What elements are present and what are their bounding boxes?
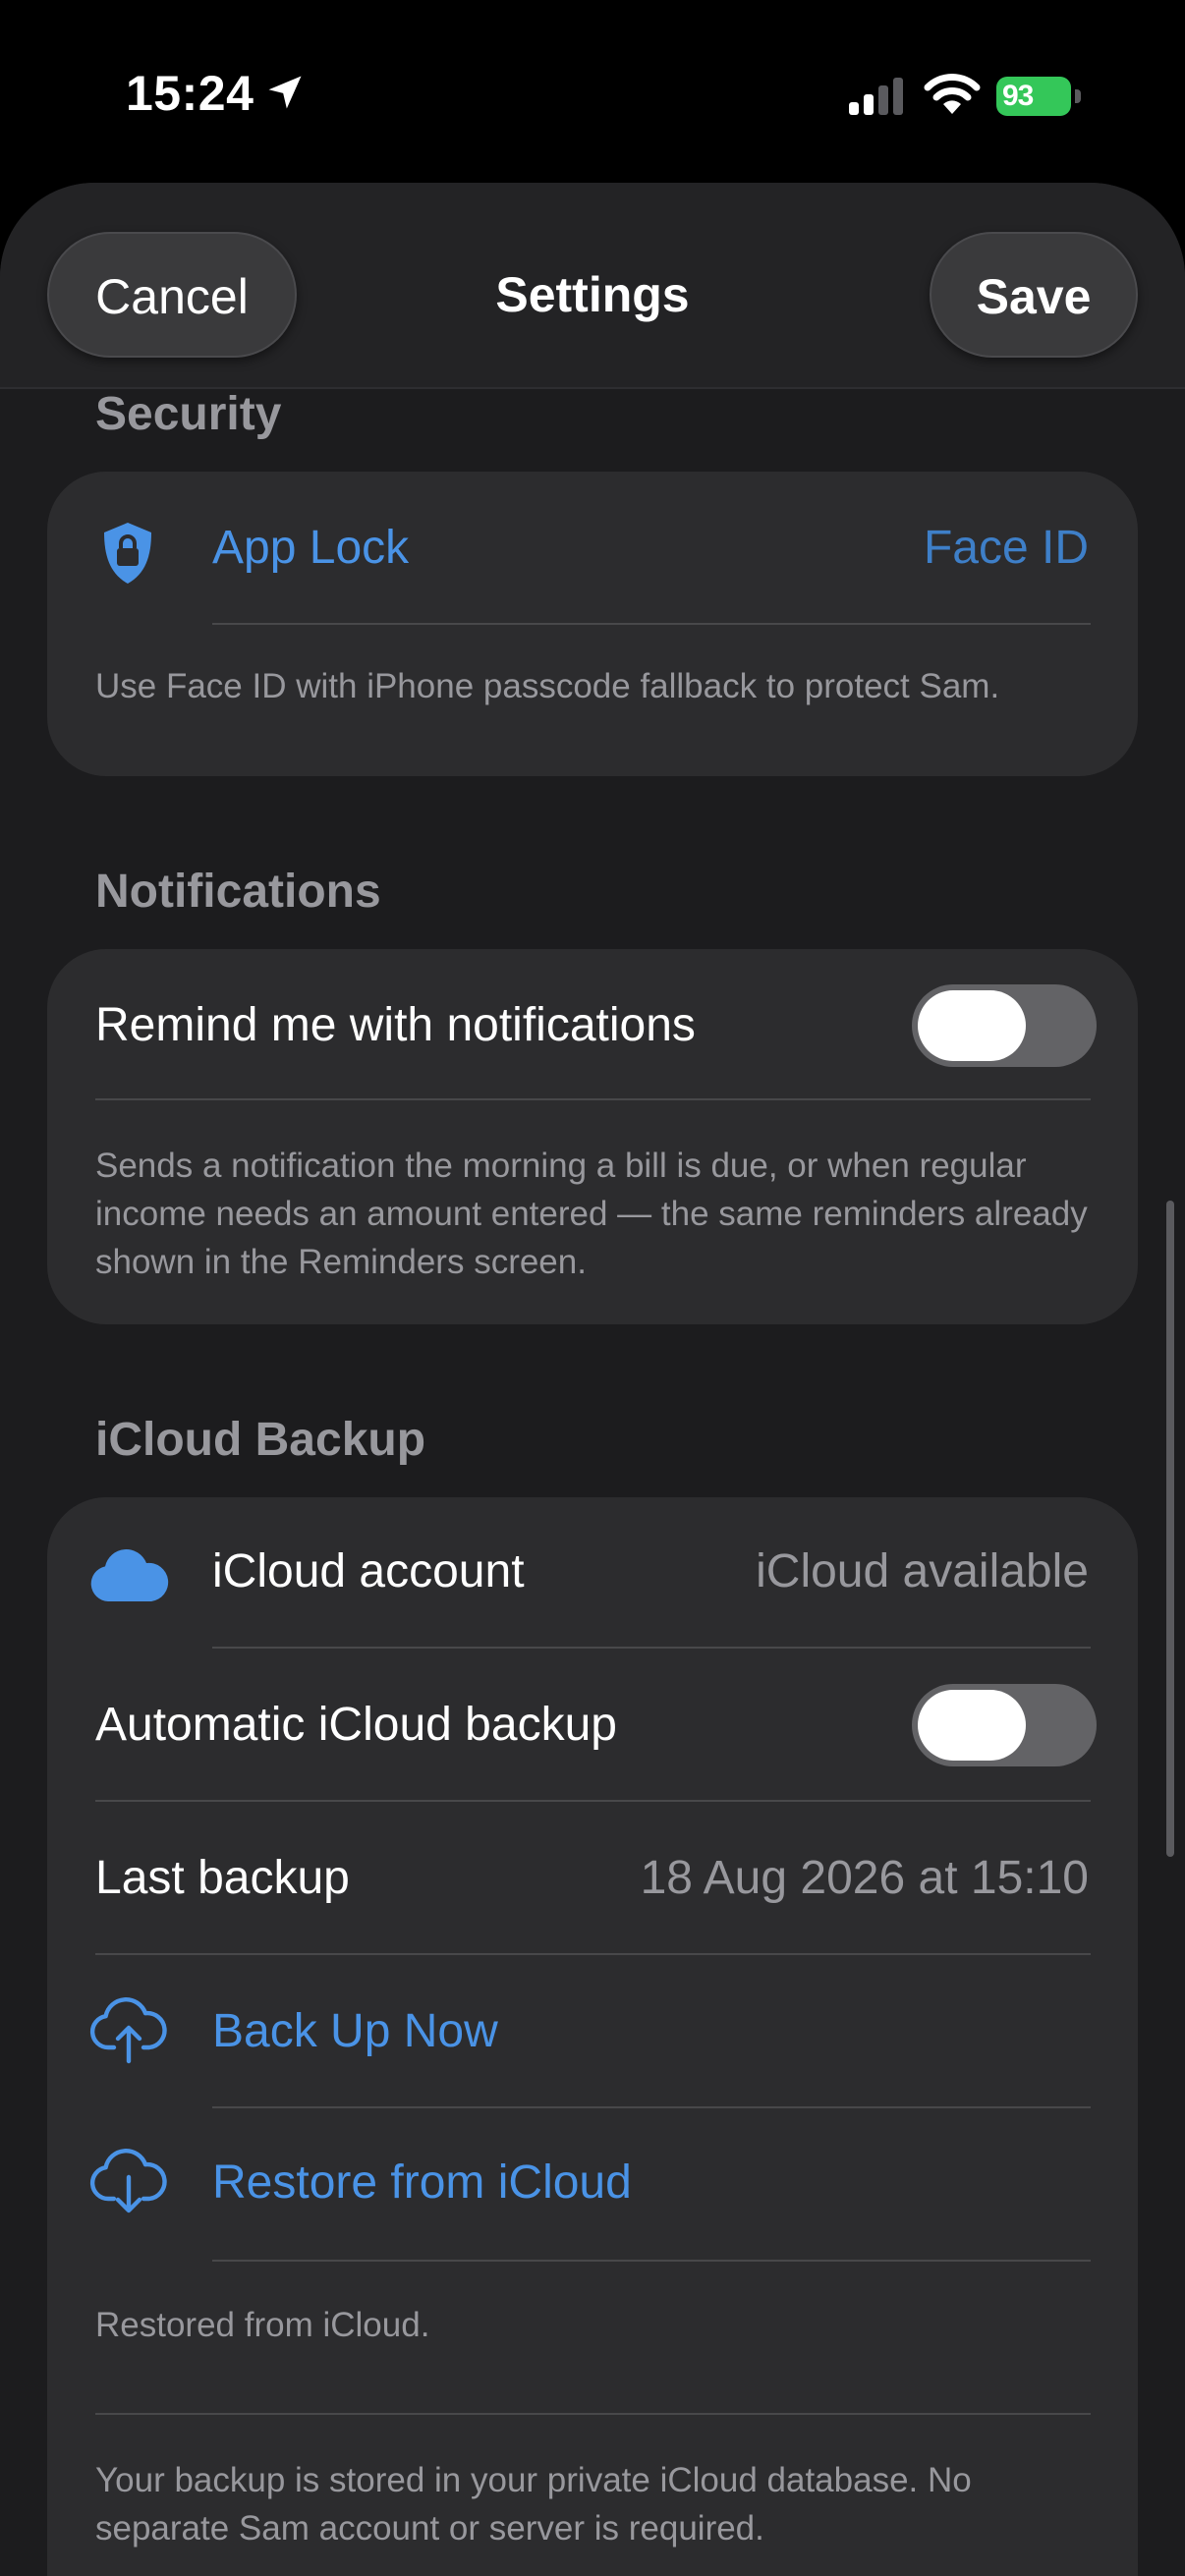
separator — [95, 2413, 1091, 2415]
status-bar: 15:24 93 — [0, 0, 1185, 183]
last-backup-label: Last backup — [95, 1852, 350, 1904]
security-card: App Lock Face ID Use Face ID with iPhone… — [47, 472, 1138, 776]
battery-indicator: 93 — [996, 77, 1081, 116]
security-footnote: Use Face ID with iPhone passcode fallbac… — [95, 667, 1000, 705]
icloud-section-header: iCloud Backup — [95, 1414, 426, 1466]
status-time: 15:24 — [126, 66, 254, 121]
app-lock-row[interactable]: App Lock Face ID — [47, 472, 1138, 625]
icloud-footnote: Your backup is stored in your private iC… — [95, 2461, 972, 2548]
separator — [95, 1098, 1091, 1100]
remind-label: Remind me with notifications — [95, 999, 696, 1051]
scroll-indicator[interactable] — [1166, 1201, 1174, 1857]
cloud-upload-icon — [89, 1997, 167, 2064]
notifications-card: Remind me with notifications Sends a not… — [47, 949, 1138, 1324]
icloud-card: iCloud account iCloud available Automati… — [47, 1497, 1138, 2576]
restore-label: Restore from iCloud — [212, 2156, 632, 2209]
settings-sheet: Settings Cancel Save Security App Lock F… — [0, 183, 1185, 2576]
cloud-download-icon — [89, 2149, 167, 2213]
cloud-icon — [90, 1549, 169, 1601]
location-arrow-icon — [268, 76, 302, 109]
back-up-now-label: Back Up Now — [212, 2005, 498, 2057]
auto-backup-toggle[interactable] — [912, 1684, 1097, 1766]
notifications-footnote: Sends a notification the morning a bill … — [95, 1147, 1088, 1281]
cancel-button[interactable]: Cancel — [47, 232, 297, 358]
lock-shield-icon — [104, 523, 151, 584]
separator — [212, 1647, 1091, 1649]
separator — [212, 2260, 1091, 2262]
battery-cap — [1075, 89, 1081, 103]
auto-backup-label: Automatic iCloud backup — [95, 1699, 617, 1751]
cellular-signal-icon — [849, 78, 903, 115]
wifi-icon — [924, 74, 981, 114]
restored-note: Restored from iCloud. — [95, 2306, 430, 2344]
restore-row[interactable]: Restore from iCloud — [47, 2108, 1138, 2260]
toggle-knob — [918, 1690, 1026, 1761]
last-backup-value: 18 Aug 2026 at 15:10 — [640, 1852, 1089, 1904]
back-up-now-row[interactable]: Back Up Now — [47, 1955, 1138, 2106]
icloud-account-label: iCloud account — [212, 1545, 525, 1597]
remind-toggle[interactable] — [912, 984, 1097, 1067]
notifications-section-header: Notifications — [95, 866, 381, 918]
app-lock-value: Face ID — [923, 522, 1089, 574]
separator — [95, 1800, 1091, 1802]
app-lock-label: App Lock — [212, 522, 410, 574]
toggle-knob — [918, 990, 1026, 1061]
battery-level: 93 — [996, 77, 1071, 116]
security-section-header: Security — [95, 388, 282, 440]
save-button[interactable]: Save — [930, 232, 1138, 358]
nav-bar: Settings Cancel Save — [0, 183, 1185, 389]
separator — [212, 623, 1091, 625]
icloud-account-value: iCloud available — [756, 1545, 1089, 1597]
